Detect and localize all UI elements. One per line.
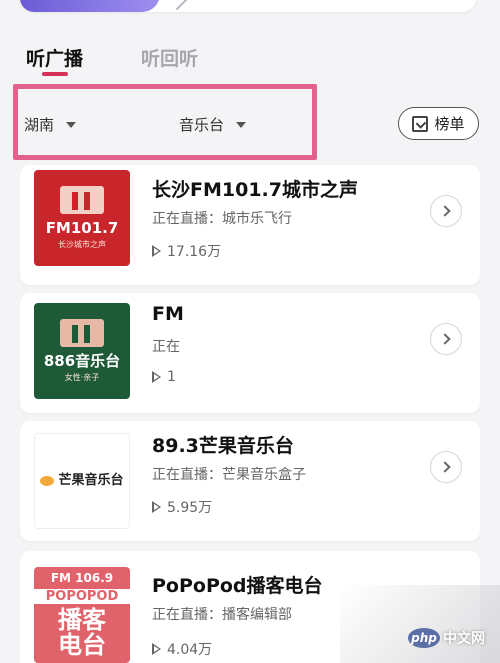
chevron-right-icon bbox=[438, 461, 451, 473]
rank-label: 榜单 bbox=[434, 115, 465, 133]
tab-live-radio[interactable]: 听广播 bbox=[26, 44, 83, 71]
watermark-fade bbox=[340, 585, 500, 663]
logo-band: POPOPOD bbox=[34, 588, 130, 604]
station-title: 长沙FM101.7城市之声 bbox=[152, 179, 358, 201]
station-title: PoPoPod播客电台 bbox=[152, 575, 323, 597]
tab-active-indicator bbox=[42, 72, 68, 76]
logo-big-text: 电台 bbox=[58, 631, 106, 660]
logo-text: FM 106.9 bbox=[50, 570, 114, 585]
logo-text: 886音乐台 bbox=[43, 352, 121, 371]
play-count: 5.95万 bbox=[152, 497, 212, 517]
mango-icon bbox=[40, 475, 55, 486]
region-label: 湖南 bbox=[24, 116, 55, 134]
open-station-button[interactable] bbox=[430, 451, 462, 483]
site-watermark: php 中文网 bbox=[408, 628, 485, 648]
logo-text: 芒果音乐台 bbox=[40, 472, 124, 488]
play-icon bbox=[152, 501, 161, 513]
station-logo: FM 106.9 POPOPOD 播客 电台 bbox=[34, 567, 130, 663]
live-status: 正在直播：播客编辑部 bbox=[152, 607, 292, 623]
play-icon bbox=[152, 371, 161, 383]
live-status: 正在 bbox=[152, 339, 180, 355]
station-type-dropdown[interactable]: 音乐台 bbox=[179, 114, 247, 135]
play-count-value: 1 bbox=[167, 369, 176, 385]
live-status: 正在直播：城市乐飞行 bbox=[152, 211, 292, 227]
logo-text: FM101.7 bbox=[45, 219, 119, 238]
live-status: 正在直播：芒果音乐盒子 bbox=[152, 467, 306, 483]
region-dropdown[interactable]: 湖南 bbox=[24, 114, 77, 135]
station-card[interactable]: 芒果音乐台 89.3芒果音乐台 正在直播：芒果音乐盒子 5.95万 bbox=[20, 421, 480, 541]
play-count-value: 5.95万 bbox=[167, 500, 213, 516]
logo-label: 芒果音乐台 bbox=[58, 472, 124, 488]
fm-emblem-icon bbox=[60, 186, 104, 215]
play-icon bbox=[152, 643, 161, 655]
station-logo: 886音乐台 女性·亲子 bbox=[34, 303, 130, 399]
station-type-label: 音乐台 bbox=[179, 116, 225, 134]
caret-down-icon bbox=[236, 121, 247, 128]
station-title: 89.3芒果音乐台 bbox=[152, 435, 294, 457]
fm-emblem-icon bbox=[60, 319, 104, 348]
play-count: 17.16万 bbox=[152, 241, 221, 261]
play-count-value: 17.16万 bbox=[167, 244, 222, 260]
play-count: 4.04万 bbox=[152, 639, 212, 659]
station-card[interactable]: 886音乐台 女性·亲子 FM 正在 1 bbox=[20, 293, 480, 413]
caret-down-icon bbox=[66, 121, 77, 128]
open-station-button[interactable] bbox=[430, 195, 462, 227]
rank-button[interactable]: 榜单 bbox=[398, 107, 479, 140]
logo-subtext: 女性·亲子 bbox=[64, 372, 100, 382]
play-count-value: 4.04万 bbox=[167, 642, 213, 658]
banner-accent bbox=[20, 0, 160, 12]
logo-big-text: 播客 bbox=[58, 605, 106, 634]
bookmark-icon bbox=[412, 115, 429, 132]
banner-decoration bbox=[175, 0, 199, 11]
open-station-button[interactable] bbox=[430, 323, 462, 355]
station-card[interactable]: FM101.7 长沙城市之声 长沙FM101.7城市之声 正在直播：城市乐飞行 … bbox=[20, 165, 480, 285]
station-title: FM bbox=[152, 303, 184, 325]
play-icon bbox=[152, 245, 161, 257]
chevron-right-icon bbox=[438, 205, 451, 217]
php-logo-icon: php bbox=[408, 628, 440, 648]
tab-replay[interactable]: 听回听 bbox=[141, 44, 198, 71]
watermark-text: 中文网 bbox=[443, 631, 485, 647]
chevron-right-icon bbox=[438, 333, 451, 345]
logo-subtext: 长沙城市之声 bbox=[58, 239, 106, 249]
play-count: 1 bbox=[152, 369, 176, 385]
top-banner-card[interactable] bbox=[20, 0, 476, 12]
station-logo: FM101.7 长沙城市之声 bbox=[34, 170, 130, 266]
station-logo: 芒果音乐台 bbox=[34, 433, 130, 529]
